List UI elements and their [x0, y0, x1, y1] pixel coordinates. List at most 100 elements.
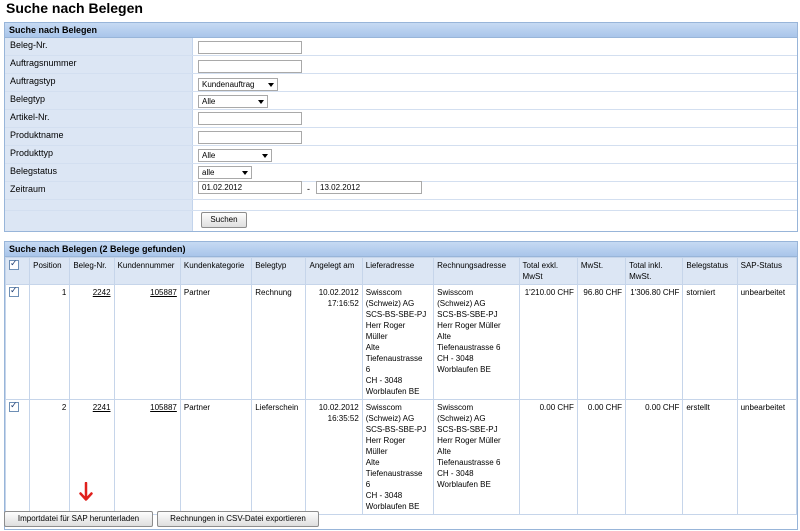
address-line: Herr Roger Müller — [437, 321, 501, 330]
search-button[interactable]: Suchen — [201, 212, 247, 228]
address-line: Swisscom — [437, 403, 474, 412]
chevron-down-icon — [268, 83, 274, 87]
address-line: Alte — [365, 458, 380, 467]
col-header: Belegstatus — [682, 257, 738, 285]
address-line: (Schweiz) AG — [437, 414, 486, 423]
cell-belegtyp: Lieferschein — [251, 399, 307, 515]
zeitraum-separator: - — [307, 184, 310, 194]
row-checkbox[interactable] — [9, 400, 19, 412]
cell-lieferadresse: Swisscom (Schweiz) AG SCS-BS-SBE-PJ Herr… — [361, 284, 435, 400]
cell-belegstatus: erstellt — [682, 399, 738, 515]
cell-angelegt: 10.02.2012 17:16:52 — [305, 284, 363, 400]
address-line: Herr Roger Müller — [437, 436, 501, 445]
cell-mwst: 0.00 CHF — [576, 399, 627, 515]
select-all-cell — [4, 257, 31, 285]
label-produkttyp: Produkttyp — [5, 146, 193, 163]
belegstatus-select[interactable]: alle — [198, 166, 252, 179]
label-auftragsnummer: Auftragsnummer — [5, 56, 193, 73]
search-panel: Suche nach Belegen Beleg-Nr. Auftragsnum… — [4, 22, 798, 232]
results-panel: Suche nach Belegen (2 Belege gefunden) P… — [4, 241, 798, 530]
label-belegstatus: Belegstatus — [5, 164, 193, 181]
cell-total-inkl: 0.00 CHF — [625, 399, 684, 515]
auftragstyp-select[interactable]: Kundenauftrag — [198, 78, 278, 91]
angelegt-time: 17:16:52 — [327, 299, 359, 308]
table-row: 1 2242 105887 Partner Rechnung 10.02.201… — [4, 284, 798, 400]
red-down-arrow-icon — [79, 482, 93, 501]
kundennummer-link[interactable]: 105887 — [150, 403, 177, 412]
address-line: (Schweiz) AG — [437, 299, 486, 308]
row-spacer — [5, 200, 797, 211]
cell-position: 2 — [29, 399, 71, 515]
address-line: Müller — [365, 332, 388, 341]
label-auftragstyp: Auftragstyp — [5, 74, 193, 91]
row-produktname: Produktname — [5, 128, 797, 146]
address-line: CH - 3048 — [365, 376, 403, 385]
sap-download-button[interactable]: Importdatei für SAP herunterladen — [4, 511, 153, 527]
label-zeitraum: Zeitraum — [5, 182, 193, 199]
address-line: Herr Roger — [365, 436, 406, 445]
address-line: Alte — [437, 332, 451, 341]
auftragsnummer-input[interactable] — [198, 60, 302, 73]
select-all-checkbox[interactable] — [9, 258, 19, 270]
cell-total-exkl: 0.00 CHF — [518, 399, 578, 515]
row-auftragsnummer: Auftragsnummer — [5, 56, 797, 74]
auftragstyp-value: Kundenauftrag — [202, 80, 255, 89]
row-zeitraum: Zeitraum 01.02.2012 - 13.02.2012 — [5, 181, 797, 200]
address-line: (Schweiz) AG — [365, 414, 415, 423]
col-header: Angelegt am — [305, 257, 363, 285]
address-line: Tiefenaustrasse 6 — [437, 458, 501, 467]
zeitraum-to-input[interactable]: 13.02.2012 — [316, 181, 422, 194]
beleg-nr-link[interactable]: 2241 — [93, 403, 111, 412]
table-row: 2 2241 105887 Partner Lieferschein 10.02… — [4, 399, 798, 515]
cell-mwst: 96.80 CHF — [576, 284, 627, 400]
address-line: 6 — [365, 365, 371, 374]
artikel-nr-input[interactable] — [198, 112, 302, 125]
angelegt-date: 10.02.2012 — [318, 403, 359, 412]
cell-kundenkategorie: Partner — [179, 284, 253, 400]
address-line: CH - 3048 — [437, 354, 474, 363]
chevron-down-icon — [258, 100, 264, 104]
address-line: Swisscom — [365, 403, 402, 412]
address-line: Swisscom — [437, 288, 474, 297]
zeitraum-from-input[interactable]: 01.02.2012 — [198, 181, 302, 194]
results-table: Position Beleg-Nr. Kundennummer Kundenka… — [4, 257, 798, 515]
address-line: Müller — [365, 447, 388, 456]
col-header: Total inkl. MwSt. — [625, 257, 684, 285]
row-submit: Suchen — [5, 211, 797, 231]
row-checkbox[interactable] — [9, 285, 19, 297]
col-header: MwSt. — [576, 257, 627, 285]
address-line: Worblaufen BE — [437, 365, 491, 374]
cell-total-inkl: 1'306.80 CHF — [625, 284, 684, 400]
row-produkttyp: Produkttyp Alle — [5, 146, 797, 164]
address-line: SCS-BS-SBE-PJ — [365, 425, 427, 434]
chevron-down-icon — [262, 154, 268, 158]
col-header: Lieferadresse — [361, 257, 435, 285]
cell-belegstatus: storniert — [682, 284, 738, 400]
label-produktname: Produktname — [5, 128, 193, 145]
produktname-input[interactable] — [198, 131, 302, 144]
row-beleg-nr: Beleg-Nr. — [5, 38, 797, 56]
label-belegtyp: Belegtyp — [5, 92, 193, 109]
address-line: Tiefenaustrasse 6 — [437, 343, 501, 352]
row-auftragstyp: Auftragstyp Kundenauftrag — [5, 74, 797, 92]
cell-position: 1 — [29, 284, 71, 400]
address-line: Tiefenaustrasse — [365, 354, 423, 363]
beleg-nr-link[interactable]: 2242 — [93, 288, 111, 297]
col-header: Kundenkategorie — [179, 257, 253, 285]
search-panel-header: Suche nach Belegen — [5, 23, 797, 38]
chevron-down-icon — [242, 171, 248, 175]
label-artikel-nr: Artikel-Nr. — [5, 110, 193, 127]
cell-sap-status: unbearbeitet — [736, 284, 798, 400]
row-belegtyp: Belegtyp Alle — [5, 92, 797, 110]
address-line: (Schweiz) AG — [365, 299, 415, 308]
produkttyp-select[interactable]: Alle — [198, 149, 272, 162]
address-line: Worblaufen BE — [365, 502, 420, 511]
address-line: Alte — [437, 447, 451, 456]
kundennummer-link[interactable]: 105887 — [150, 288, 177, 297]
belegtyp-select[interactable]: Alle — [198, 95, 268, 108]
cell-angelegt: 10.02.2012 16:35:52 — [305, 399, 363, 515]
results-panel-header: Suche nach Belegen (2 Belege gefunden) — [5, 242, 797, 257]
csv-export-button[interactable]: Rechnungen in CSV-Datei exportieren — [157, 511, 319, 527]
row-select-cell — [4, 284, 31, 400]
beleg-nr-input[interactable] — [198, 41, 302, 54]
